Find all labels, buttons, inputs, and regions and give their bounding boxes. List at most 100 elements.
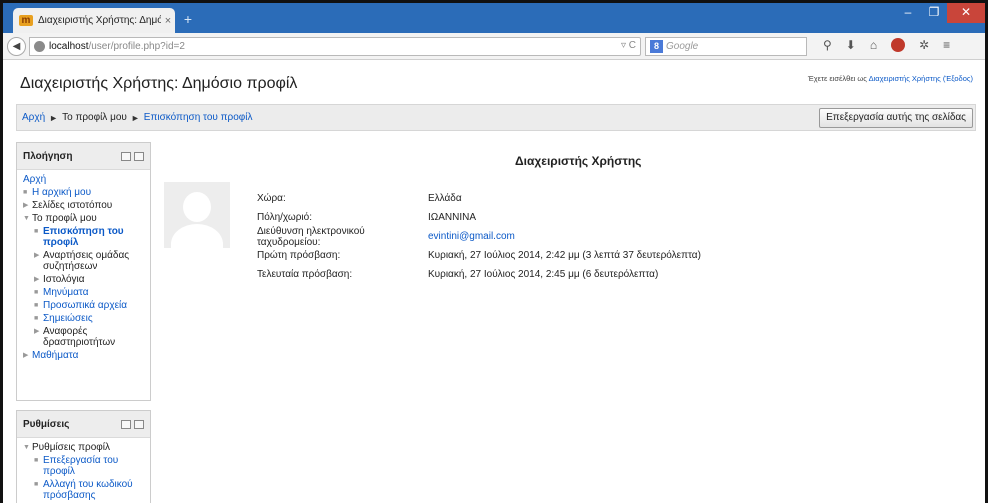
edit-page-button[interactable]: Επεξεργασία αυτής της σελίδας xyxy=(819,108,973,128)
bullet-icon: ■ xyxy=(34,481,39,488)
navigation_block-item-label: Αναρτήσεις ομάδας συζητήσεων xyxy=(43,250,130,272)
navigation_block-item[interactable]: ▶ Μαθήματα xyxy=(23,350,145,361)
collapsed-arrow-icon: ▶ xyxy=(23,202,29,209)
profile-field-label: Πόλη/χωριό: xyxy=(257,212,312,223)
profile-field-row: Πρώτη πρόσβαση: Κυριακή, 27 Ιούλιος 2014,… xyxy=(257,246,701,265)
settings_block-item[interactable]: ▼ Ρυθμίσεις προφίλ xyxy=(23,442,145,453)
navigation_block-item[interactable]: ■ Μηνύματα xyxy=(23,287,145,298)
window-controls: – ❐ ✕ xyxy=(895,3,985,23)
profile-field-row: Διεύθυνση ηλεκτρονικού ταχυδρομείου: evin… xyxy=(257,225,701,248)
moodle-favicon-icon: m xyxy=(19,15,33,26)
profile-field-label: Τελευταία πρόσβαση: xyxy=(257,269,353,280)
breadcrumb-separator: ► xyxy=(130,112,140,123)
navigation_block-item-label: Σημειώσεις xyxy=(43,313,93,324)
navigation_block-item[interactable]: ▶ Σελίδες ιστοτόπου xyxy=(23,200,145,211)
navigation_block-item-label: Επισκόπηση του προφίλ xyxy=(43,226,124,248)
reload-icon[interactable]: ▿ C xyxy=(621,40,636,51)
nav-home-label: Αρχή xyxy=(23,174,47,185)
settings_block-item-label: Ρυθμίσεις προφίλ xyxy=(32,442,110,453)
settings_block-item-label: Επεξεργασία του προφίλ xyxy=(43,455,119,477)
maximize-button[interactable]: ❐ xyxy=(921,3,947,23)
breadcrumb-profile: Το προφίλ μου xyxy=(62,112,127,123)
navigation_block-item[interactable]: ■ Προσωπικά αρχεία xyxy=(23,300,145,311)
url-host: localhost xyxy=(49,41,89,52)
collapse-icon[interactable] xyxy=(121,419,131,429)
minimize-button[interactable]: – xyxy=(895,3,921,23)
navigation_block-item-label: Μηνύματα xyxy=(43,287,89,298)
browser-tab[interactable]: m Διαχειριστής Χρήστης: Δημόσ... × xyxy=(13,8,175,33)
navigation_block-item-label: Το προφίλ μου xyxy=(32,213,97,224)
navigation_block-item[interactable]: ▼ Το προφίλ μου xyxy=(23,213,145,224)
navigation_block-item[interactable]: ▶ Αναρτήσεις ομάδας συζητήσεων xyxy=(23,250,145,272)
menu-icon[interactable]: ≡ xyxy=(943,38,950,52)
settings-block: Ρυθμίσεις ▼ Ρυθμίσεις προφίλ ■ Επεξεργασία … xyxy=(16,410,151,503)
breadcrumb-current[interactable]: Επισκόπηση του προφίλ xyxy=(144,112,253,123)
bullet-icon: ■ xyxy=(34,315,39,322)
navigation-block-header: Πλοήγηση xyxy=(17,143,150,170)
navigation_block-item-label: Μαθήματα xyxy=(32,350,79,361)
navigation-block-title: Πλοήγηση xyxy=(23,150,73,162)
navigation_block-item[interactable]: ■ Επισκόπηση του προφίλ xyxy=(23,226,145,248)
settings_block-item[interactable]: ■ Επεξεργασία του προφίλ xyxy=(23,455,145,477)
profile-field-value: Κυριακή, 27 Ιούλιος 2014, 2:45 μμ (6 δευ… xyxy=(428,269,659,280)
dock-icon[interactable] xyxy=(134,419,144,429)
extension-icon[interactable]: ✲ xyxy=(919,38,929,52)
search-icon[interactable]: ⚲ xyxy=(823,38,832,52)
email-link[interactable]: evintini@gmail.com xyxy=(428,231,515,242)
profile-field-row: Χώρα: Ελλάδα xyxy=(257,189,701,208)
profile-field-label: Διεύθυνση ηλεκτρονικού ταχυδρομείου: xyxy=(257,225,365,248)
bullet-icon: ■ xyxy=(34,302,39,309)
adblock-icon[interactable] xyxy=(891,38,906,52)
collapsed-arrow-icon: ▶ xyxy=(34,252,40,259)
address-bar[interactable]: localhost/user/profile.php?id=2 ▿ C xyxy=(29,37,641,56)
navigation_block-item[interactable]: ■ Η αρχική μου xyxy=(23,187,145,198)
nav-home[interactable]: Αρχή xyxy=(23,174,145,185)
logout-link[interactable]: (Έξοδος) xyxy=(943,74,973,83)
navigation-tree: Αρχή ■ Η αρχική μου ▶ Σελίδες ιστοτόπου ▼ Το … xyxy=(17,170,150,369)
tab-bar: m Διαχειριστής Χρήστης: Δημόσ... × + – ❐… xyxy=(3,3,985,33)
navigation-block: Πλοήγηση Αρχή ■ Η αρχική μου ▶ Σελίδες ιστο… xyxy=(16,142,151,401)
dock-icon[interactable] xyxy=(134,151,144,161)
download-icon[interactable]: ⬇ xyxy=(846,38,856,52)
collapsed-arrow-icon: ▶ xyxy=(34,276,40,283)
tab-close-icon[interactable]: × xyxy=(161,15,175,27)
bullet-icon: ■ xyxy=(23,189,28,196)
search-input[interactable]: 8 Google xyxy=(645,37,807,56)
nav-list: ■ Η αρχική μου ▶ Σελίδες ιστοτόπου ▼ Το προφί… xyxy=(23,187,145,361)
google-icon: 8 xyxy=(650,40,663,53)
profile-field-value: ΙΩΑΝΝΙΝΑ xyxy=(428,212,477,223)
browser-window: m Διαχειριστής Χρήστης: Δημόσ... × + – ❐… xyxy=(0,0,988,503)
breadcrumb-home[interactable]: Αρχή xyxy=(22,112,45,123)
navigation_block-item[interactable]: ▶ Ιστολόγια xyxy=(23,274,145,285)
globe-icon xyxy=(34,41,45,52)
page-content: Διαχειριστής Χρήστης: Δημόσιο προφίλ Έχε… xyxy=(3,61,985,503)
breadcrumb: Αρχή ► Το προφίλ μου ► Επισκόπηση του πρ… xyxy=(16,104,976,131)
bullet-icon: ■ xyxy=(34,228,39,235)
navigation_block-item[interactable]: ▶ Αναφορές δραστηριοτήτων xyxy=(23,326,145,348)
expanded-arrow-icon: ▼ xyxy=(23,215,30,222)
settings_block-item[interactable]: ■ Αλλαγή του κωδικού πρόσβασης xyxy=(23,479,145,501)
login-prefix: Έχετε εισέλθει ως xyxy=(807,74,869,83)
breadcrumb-separator: ► xyxy=(49,112,59,123)
navigation_block-item-label: Ιστολόγια xyxy=(43,274,85,285)
toolbar-icons: ⚲ ⬇ ⌂ ✲ ≡ xyxy=(823,38,950,52)
expanded-arrow-icon: ▼ xyxy=(23,444,30,451)
avatar-head xyxy=(183,192,211,222)
tab-title: Διαχειριστής Χρήστης: Δημόσ... xyxy=(38,15,161,26)
profile-fields: Χώρα: Ελλάδα Πόλη/χωριό: ΙΩΑΝΝΙΝΑ Διεύθυνση … xyxy=(257,189,701,284)
collapse-icon[interactable] xyxy=(121,151,131,161)
home-icon[interactable]: ⌂ xyxy=(870,38,877,52)
navigation_block-item[interactable]: ■ Σημειώσεις xyxy=(23,313,145,324)
new-tab-button[interactable]: + xyxy=(179,11,197,27)
settings-block-header: Ρυθμίσεις xyxy=(17,411,150,438)
navigation_block-item-label: Αναφορές δραστηριοτήτων xyxy=(43,326,116,348)
login-user-link[interactable]: Διαχειριστής Χρήστης xyxy=(869,74,941,83)
avatar-body xyxy=(171,224,223,248)
navigation_block-item-label: Η αρχική μου xyxy=(32,187,92,198)
close-window-button[interactable]: ✕ xyxy=(947,3,985,23)
back-button[interactable]: ◀ xyxy=(7,37,26,56)
profile-field-row: Πόλη/χωριό: ΙΩΑΝΝΙΝΑ xyxy=(257,208,701,227)
navigation-toolbar: ◀ localhost/user/profile.php?id=2 ▿ C 8 … xyxy=(3,33,985,60)
navigation_block-item-label: Προσωπικά αρχεία xyxy=(43,300,128,311)
collapsed-arrow-icon: ▶ xyxy=(23,352,29,359)
